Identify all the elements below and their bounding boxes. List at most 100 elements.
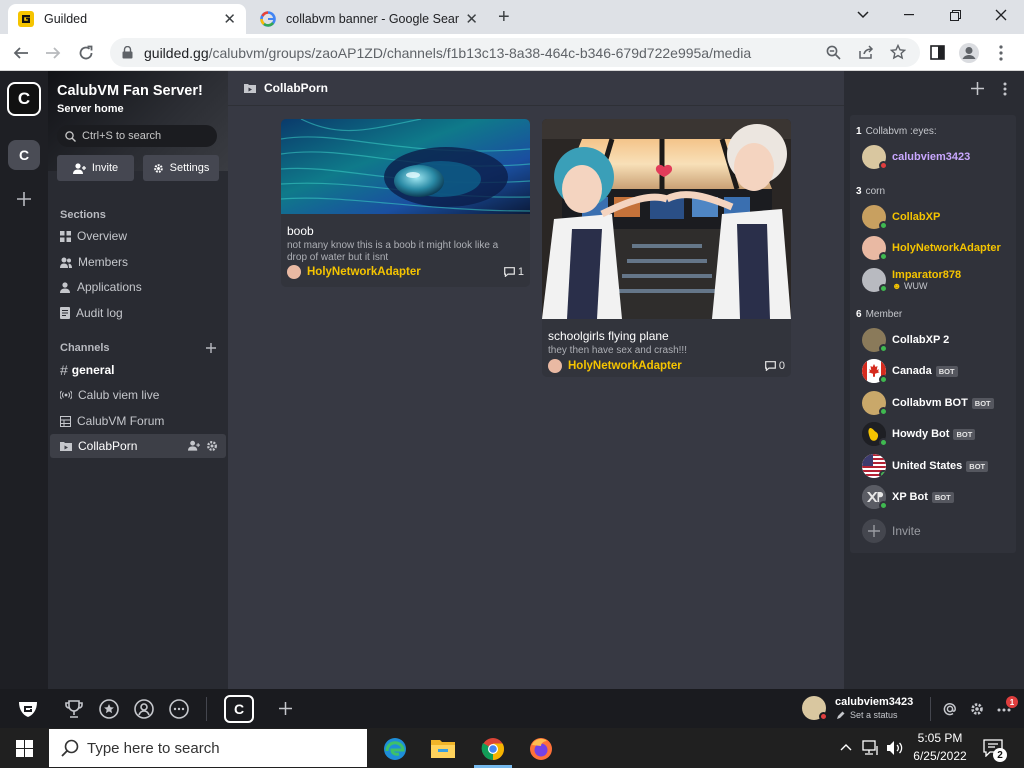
direct-messages-icon[interactable]: [167, 697, 191, 721]
forward-icon[interactable]: [40, 40, 66, 66]
user-name[interactable]: calubviem3423: [835, 696, 913, 708]
invite-member-button[interactable]: Invite: [862, 517, 921, 545]
taskbar-date[interactable]: 6/25/2022: [910, 749, 970, 763]
tab-title: Guilded: [44, 12, 88, 26]
set-status[interactable]: Set a status: [836, 710, 898, 720]
firefox-icon[interactable]: [528, 736, 554, 762]
server-icon[interactable]: C: [7, 82, 41, 116]
member-avatar: [862, 391, 888, 416]
tray-chevron-up-icon[interactable]: [840, 743, 852, 751]
media-card[interactable]: schoolgirls flying plane they then have …: [542, 119, 791, 377]
add-channel-icon[interactable]: [206, 343, 216, 353]
sidebar-item-overview[interactable]: Overview: [60, 227, 127, 245]
tab-search-chevron-icon[interactable]: [840, 0, 886, 30]
channel-add-user-icon[interactable]: [188, 440, 200, 451]
sidebar-item-applications[interactable]: Applications: [60, 278, 142, 296]
chrome-menu-icon[interactable]: [999, 45, 1003, 61]
members-icon: [60, 257, 72, 268]
new-tab-icon[interactable]: +: [498, 6, 510, 29]
restore-icon[interactable]: [932, 0, 978, 30]
member-item[interactable]: XP Bot BOT: [862, 483, 954, 511]
network-icon[interactable]: [862, 740, 880, 756]
server-rail: C C: [0, 71, 48, 689]
more-menu-icon[interactable]: [997, 708, 1011, 712]
windows-start-icon[interactable]: [16, 740, 33, 757]
server-name[interactable]: CalubVM Fan Server!: [57, 83, 203, 99]
trophy-icon[interactable]: [62, 697, 86, 721]
star-badge-icon[interactable]: [97, 697, 121, 721]
user-settings-gear-icon[interactable]: [970, 702, 984, 716]
settings-button[interactable]: Settings: [143, 155, 219, 181]
reload-icon[interactable]: [73, 40, 99, 66]
member-item[interactable]: United States BOT: [862, 452, 989, 480]
media-author[interactable]: HolyNetworkAdapter: [287, 265, 421, 279]
mentions-icon[interactable]: [943, 702, 957, 716]
edge-icon[interactable]: [382, 736, 408, 762]
member-item[interactable]: Canada BOT: [862, 357, 958, 385]
comment-count[interactable]: 1: [503, 266, 524, 278]
url-text: guilded.gg/calubvm/groups/zaoAP1ZD/chann…: [144, 45, 752, 61]
taskbar-time[interactable]: 5:05 PM: [910, 731, 970, 745]
minimize-icon[interactable]: [886, 0, 932, 30]
invite-button[interactable]: Invite: [57, 155, 134, 181]
comment-icon: [764, 361, 776, 371]
chrome-icon[interactable]: [480, 736, 506, 762]
tab-google-search[interactable]: collabvm banner - Google Search ✕: [250, 4, 488, 34]
back-icon[interactable]: [8, 40, 34, 66]
channel-title: CollabPorn: [264, 81, 329, 95]
media-card[interactable]: boob not many know this is a boob it mig…: [281, 119, 530, 287]
search-placeholder: Ctrl+S to search: [82, 130, 162, 142]
member-item[interactable]: CollabXP 2: [862, 326, 949, 354]
share-icon[interactable]: [858, 45, 874, 60]
bookmark-star-icon[interactable]: [890, 44, 906, 60]
guilded-logo-icon[interactable]: [16, 697, 40, 721]
close-tab-icon[interactable]: ✕: [223, 10, 236, 28]
sidebar-item-members[interactable]: Members: [60, 253, 128, 271]
media-author[interactable]: HolyNetworkAdapter: [548, 359, 682, 373]
overview-icon: [60, 230, 71, 242]
channel-header: CollabPorn: [228, 71, 844, 106]
volume-icon[interactable]: [886, 740, 904, 756]
close-window-icon[interactable]: [978, 0, 1024, 30]
tab-guilded[interactable]: Guilded ✕: [8, 4, 246, 34]
lock-icon[interactable]: [122, 46, 133, 59]
member-item[interactable]: Howdy Bot BOT: [862, 420, 976, 448]
add-server-icon[interactable]: [279, 702, 292, 715]
sidebar-item-audit-log[interactable]: Audit log: [60, 304, 123, 322]
member-item[interactable]: calubviem3423: [862, 143, 970, 171]
channel-collabporn[interactable]: CollabPorn: [50, 434, 226, 458]
file-explorer-icon[interactable]: [430, 736, 456, 760]
member-item[interactable]: Collabvm BOT BOT: [862, 389, 994, 417]
media-thumbnail-cockpit[interactable]: [542, 119, 791, 319]
sections-header: Sections: [60, 209, 106, 221]
profile-avatar-icon[interactable]: [958, 42, 980, 64]
media-description: not many know this is a boob it might lo…: [287, 240, 499, 263]
comment-count[interactable]: 0: [764, 360, 785, 372]
member-item[interactable]: HolyNetworkAdapter: [862, 234, 1001, 262]
channel-settings-gear-icon[interactable]: [206, 440, 218, 452]
member-item[interactable]: Imparator878 ☻ WUW: [862, 266, 961, 294]
media-thumbnail-peacock-feather[interactable]: [281, 119, 530, 214]
profile-icon[interactable]: [132, 697, 156, 721]
more-options-icon[interactable]: [1003, 82, 1007, 96]
member-item[interactable]: CollabXP: [862, 203, 940, 231]
zoom-icon[interactable]: [826, 45, 841, 60]
server-sidebar: CalubVM Fan Server! Server home Ctrl+S t…: [48, 71, 228, 689]
add-icon[interactable]: [971, 82, 984, 95]
server-shortcut-icon[interactable]: C: [224, 695, 254, 723]
side-panel-icon[interactable]: [930, 45, 945, 60]
channel-calubvm-forum[interactable]: CalubVM Forum: [50, 409, 226, 433]
taskbar-search[interactable]: Type here to search: [49, 729, 367, 767]
channel-calub-viem-live[interactable]: Calub viem live: [50, 383, 226, 407]
server-search[interactable]: Ctrl+S to search: [57, 125, 217, 147]
windows-taskbar: Type here to search 5:05 PM 6/25/2022 2: [0, 728, 1024, 768]
member-avatar: [862, 328, 888, 353]
channel-general[interactable]: # general: [50, 358, 226, 382]
media-description: they then have sex and crash!!!: [548, 345, 687, 356]
user-avatar[interactable]: [802, 696, 828, 721]
add-server-icon[interactable]: [17, 192, 31, 206]
server-icon-selected[interactable]: C: [8, 140, 40, 170]
address-bar[interactable]: guilded.gg/calubvm/groups/zaoAP1ZD/chann…: [110, 38, 920, 67]
main-content: CollabPorn boob not many know this is a …: [228, 71, 985, 689]
close-tab-icon[interactable]: ✕: [465, 10, 478, 28]
